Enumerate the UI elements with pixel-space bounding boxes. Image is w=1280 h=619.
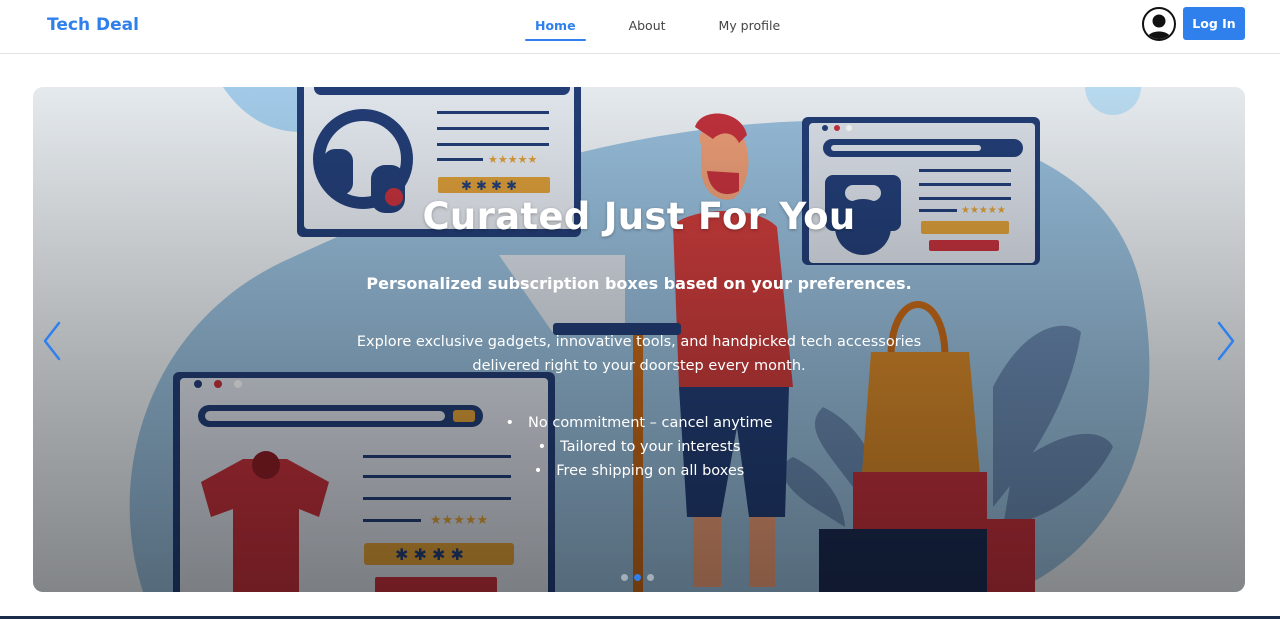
- carousel-indicator-2[interactable]: [634, 574, 641, 581]
- hero-feature-list: No commitment – cancel anytime Tailored …: [33, 411, 1245, 483]
- feature-item: Free shipping on all boxes: [33, 459, 1245, 483]
- hero-subtitle: Personalized subscription boxes based on…: [366, 274, 912, 293]
- user-avatar-icon[interactable]: [1142, 7, 1176, 41]
- feature-item: No commitment – cancel anytime: [33, 411, 1245, 435]
- carousel-indicator-1[interactable]: [621, 574, 628, 581]
- login-button[interactable]: Log In: [1183, 7, 1245, 40]
- carousel-indicator-3[interactable]: [647, 574, 654, 581]
- hero-caption: Curated Just For You Personalized subscr…: [33, 87, 1245, 592]
- hero-description: Explore exclusive gadgets, innovative to…: [356, 334, 922, 374]
- chevron-right-icon: [1217, 321, 1235, 361]
- hero-carousel: ★★★★★ ✱ ✱ ✱ ✱ ★★★★★ ★★★★★ ✱ ✱ ✱: [33, 87, 1245, 592]
- hero-title: Curated Just For You: [422, 195, 856, 238]
- carousel-next-button[interactable]: [1211, 319, 1239, 363]
- nav-link-home[interactable]: Home: [525, 14, 586, 41]
- nav-links: Home About My profile: [525, 0, 823, 54]
- navbar: Tech Deal Home About My profile Log In: [0, 0, 1280, 54]
- nav-link-about[interactable]: About: [619, 14, 676, 41]
- chevron-left-icon: [43, 321, 61, 361]
- feature-item: Tailored to your interests: [33, 435, 1245, 459]
- carousel-prev-button[interactable]: [39, 319, 67, 363]
- brand-logo[interactable]: Tech Deal: [47, 15, 139, 35]
- carousel-indicators: [621, 574, 654, 581]
- nav-link-my-profile[interactable]: My profile: [709, 14, 791, 41]
